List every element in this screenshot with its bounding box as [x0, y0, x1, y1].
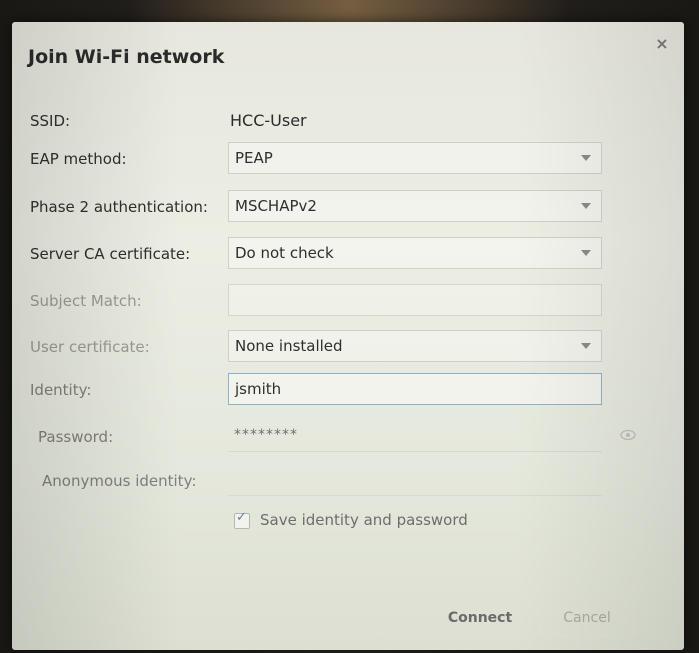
ssid-row: SSID: HCC-User: [12, 104, 684, 138]
join-wifi-dialog: Join Wi-Fi network × SSID: HCC-User EAP …: [12, 22, 684, 650]
ssid-label: SSID:: [30, 112, 71, 130]
checkbox-box[interactable]: ✓: [234, 510, 250, 529]
user-cert-row: User certificate: None installed: [12, 330, 684, 364]
password-value: ********: [234, 427, 298, 443]
anonymous-identity-input[interactable]: [228, 464, 602, 496]
subject-match-input[interactable]: [228, 284, 602, 316]
server-ca-value: Do not check: [235, 244, 334, 262]
phase2-label: Phase 2 authentication:: [30, 198, 208, 216]
phase2-value: MSCHAPv2: [235, 197, 317, 215]
user-cert-select[interactable]: None installed: [228, 330, 602, 362]
eap-method-select[interactable]: PEAP: [228, 142, 602, 174]
anonymous-identity-label: Anonymous identity:: [42, 472, 197, 490]
identity-label: Identity:: [30, 381, 92, 399]
chevron-down-icon: [581, 203, 591, 209]
user-cert-label: User certificate:: [30, 338, 150, 356]
identity-value: jsmith: [235, 380, 282, 398]
subject-match-label: Subject Match:: [30, 292, 142, 310]
password-row: Password: ********: [12, 420, 684, 454]
server-ca-select[interactable]: Do not check: [228, 237, 602, 269]
identity-row: Identity: jsmith: [12, 373, 684, 407]
eap-method-value: PEAP: [235, 149, 273, 167]
user-cert-value: None installed: [235, 337, 343, 355]
dialog-title: Join Wi-Fi network: [28, 46, 225, 68]
connect-button[interactable]: Connect: [432, 600, 528, 636]
chevron-down-icon: [581, 250, 591, 256]
chevron-down-icon: [581, 155, 591, 161]
ssid-value: HCC-User: [230, 111, 307, 130]
chevron-down-icon: [581, 343, 591, 349]
phase2-row: Phase 2 authentication: MSCHAPv2: [12, 190, 684, 224]
checkmark-icon: ✓: [236, 510, 247, 525]
cancel-button[interactable]: Cancel: [540, 600, 634, 636]
password-input[interactable]: ********: [228, 420, 602, 452]
anonymous-identity-row: Anonymous identity:: [12, 464, 684, 498]
save-credentials-label: Save identity and password: [260, 511, 468, 529]
eap-method-label: EAP method:: [30, 150, 127, 168]
identity-input[interactable]: jsmith: [228, 373, 602, 405]
eap-method-row: EAP method: PEAP: [12, 142, 684, 176]
close-icon[interactable]: ×: [654, 36, 670, 52]
server-ca-row: Server CA certificate: Do not check: [12, 237, 684, 271]
phase2-select[interactable]: MSCHAPv2: [228, 190, 602, 222]
password-label: Password:: [38, 428, 114, 446]
show-password-icon[interactable]: [620, 429, 636, 441]
server-ca-label: Server CA certificate:: [30, 245, 191, 263]
subject-match-row: Subject Match:: [12, 284, 684, 318]
